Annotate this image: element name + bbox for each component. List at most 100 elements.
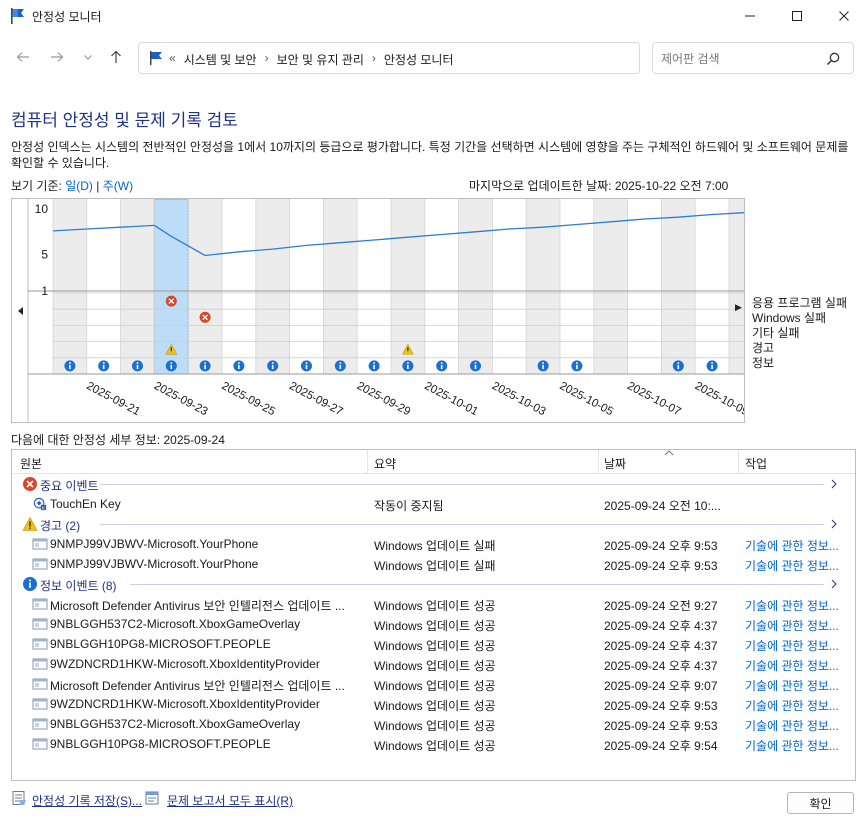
windows-update-icon: [32, 598, 48, 610]
column-divider[interactable]: [598, 450, 599, 474]
breadcrumb-overflow[interactable]: «: [169, 51, 176, 68]
technical-details-link[interactable]: 기술에 관한 정보...: [745, 697, 845, 714]
reliability-chart[interactable]: 10 5 1 2025-09-21 2025-09-23 2025-09-25 2025-0…: [11, 198, 745, 423]
breadcrumb-separator[interactable]: ›: [372, 51, 376, 68]
view-by-day-link[interactable]: 일(D): [65, 179, 93, 193]
chart-info-marker-stem: [407, 364, 409, 370]
reliability-chart-svg[interactable]: 10 5 1 2025-09-21 2025-09-23 2025-09-25 2025-0…: [12, 199, 744, 422]
table-row[interactable]: 9NMPJ99VJBWV-Microsoft.YourPhone Windows …: [12, 534, 855, 554]
row-source: 9NMPJ99VJBWV-Microsoft.YourPhone: [50, 557, 259, 571]
chart-day-column[interactable]: [526, 199, 560, 374]
table-group-label[interactable]: 중요 이벤트: [40, 477, 99, 494]
chart-x-tick-label: 2025-10-05: [557, 380, 615, 418]
page-description: 안정성 인덱스는 시스템의 전반적인 안정성을 1에서 10까지의 등급으로 평…: [11, 140, 849, 170]
view-all-problem-reports-link[interactable]: 문제 보고서 모두 표시(R): [167, 792, 293, 809]
close-button[interactable]: [821, 0, 867, 32]
chart-day-column[interactable]: [289, 199, 324, 374]
chart-day-column[interactable]: [53, 199, 87, 374]
row-date: 2025-09-24 오후 4:37: [604, 639, 718, 653]
search-box[interactable]: [652, 42, 854, 74]
chart-day-column[interactable]: [593, 199, 628, 374]
breadcrumb-item-security-maintenance[interactable]: 보안 및 유지 관리: [277, 51, 364, 68]
recent-locations-button[interactable]: [77, 46, 99, 68]
technical-details-link[interactable]: 기술에 관한 정보...: [745, 597, 845, 614]
ok-button[interactable]: 확인: [787, 792, 854, 814]
table-row[interactable]: 9NBLGGH537C2-Microsoft.XboxGameOverlay Wi…: [12, 614, 855, 634]
technical-details-link[interactable]: 기술에 관한 정보...: [745, 637, 845, 654]
chart-day-column[interactable]: [661, 199, 696, 374]
minimize-button[interactable]: [727, 0, 773, 32]
breadcrumb-item-system-security[interactable]: 시스템 및 보안: [184, 51, 257, 68]
problem-reports-icon: [145, 791, 159, 805]
search-icon[interactable]: [825, 51, 841, 67]
technical-details-link[interactable]: 기술에 관한 정보...: [745, 677, 845, 694]
row-summary: Windows 업데이트 실패: [374, 559, 496, 573]
table-row[interactable]: K TouchEn Key 작동이 중지됨 2025-09-24 오전 10:...: [12, 494, 855, 514]
table-group-error[interactable]: 중요 이벤트: [12, 474, 855, 494]
chart-day-column[interactable]: [458, 199, 493, 374]
table-row[interactable]: 9WZDNCRD1HKW-Microsoft.XboxIdentityProvi…: [12, 694, 855, 714]
chart-info-marker-dot: [576, 362, 578, 364]
chart-day-column[interactable]: [86, 199, 121, 374]
table-row[interactable]: 9NBLGGH10PG8-MICROSOFT.PEOPLE Windows 업데이…: [12, 734, 855, 754]
chart-scroll-right-icon[interactable]: ▶: [735, 302, 742, 313]
collapse-group-icon[interactable]: [830, 576, 838, 592]
chart-day-column[interactable]: [695, 199, 729, 374]
legend-information: 정보: [752, 356, 775, 370]
up-button[interactable]: [105, 46, 127, 68]
chart-day-column[interactable]: [357, 199, 391, 374]
breadcrumb-item-reliability-monitor[interactable]: 안정성 모니터: [384, 51, 454, 68]
table-row[interactable]: Microsoft Defender Antivirus 보안 인텔리전스 업데…: [12, 674, 855, 694]
chart-day-column[interactable]: [424, 199, 459, 374]
technical-details-link[interactable]: 기술에 관한 정보...: [745, 737, 845, 754]
technical-details-link[interactable]: 기술에 관한 정보...: [745, 557, 845, 574]
chart-info-marker-dot: [440, 362, 443, 364]
table-row[interactable]: 9NBLGGH10PG8-MICROSOFT.PEOPLE Windows 업데이…: [12, 634, 855, 654]
chart-info-marker-dot: [339, 362, 342, 364]
chart-day-column[interactable]: [188, 199, 222, 374]
column-header-action[interactable]: 작업: [745, 455, 767, 472]
search-input[interactable]: [661, 50, 821, 68]
back-button[interactable]: [12, 46, 34, 68]
address-bar[interactable]: « 시스템 및 보안 › 보안 및 유지 관리 › 안정성 모니터: [138, 42, 766, 74]
table-group-label[interactable]: 정보 이벤트 (8): [40, 577, 117, 594]
view-by-week-link[interactable]: 주(W): [103, 179, 133, 193]
table-row[interactable]: 9NBLGGH537C2-Microsoft.XboxGameOverlay Wi…: [12, 714, 855, 734]
table-group-label[interactable]: 경고 (2): [40, 517, 80, 534]
row-source: 9WZDNCRD1HKW-Microsoft.XboxIdentityProvi…: [50, 657, 320, 671]
row-summary: Windows 업데이트 성공: [374, 699, 496, 713]
column-divider[interactable]: [367, 450, 368, 474]
view-by-label: 보기 기준:: [11, 179, 62, 193]
chart-day-column[interactable]: [323, 199, 358, 374]
chart-x-tick-label: 2025-09-27: [287, 380, 345, 418]
chart-info-marker-stem: [373, 364, 375, 370]
collapse-group-icon[interactable]: [830, 476, 838, 492]
maximize-button[interactable]: [774, 0, 820, 32]
column-header-summary[interactable]: 요약: [374, 455, 396, 472]
chart-day-column[interactable]: [729, 199, 744, 374]
forward-button[interactable]: [46, 46, 68, 68]
window-title: 안정성 모니터: [32, 10, 102, 24]
chart-info-marker-stem: [238, 364, 240, 370]
technical-details-link[interactable]: 기술에 관한 정보...: [745, 717, 845, 734]
column-header-date[interactable]: 날짜: [604, 455, 626, 472]
chart-day-column[interactable]: [627, 199, 662, 374]
collapse-group-icon[interactable]: [830, 516, 838, 532]
table-row[interactable]: 9WZDNCRD1HKW-Microsoft.XboxIdentityProvi…: [12, 654, 855, 674]
technical-details-link[interactable]: 기술에 관한 정보...: [745, 657, 845, 674]
column-header-source[interactable]: 원본: [20, 455, 42, 472]
chart-day-column[interactable]: [255, 199, 290, 374]
technical-details-link[interactable]: 기술에 관한 정보...: [745, 617, 845, 634]
table-group-info[interactable]: 정보 이벤트 (8): [12, 574, 855, 594]
chart-day-column[interactable]: [492, 199, 527, 374]
table-row[interactable]: Microsoft Defender Antivirus 보안 인텔리전스 업데…: [12, 594, 855, 614]
chart-info-marker-dot: [271, 362, 274, 364]
windows-update-icon: [32, 638, 48, 650]
table-group-warning[interactable]: 경고 (2): [12, 514, 855, 534]
save-reliability-history-link[interactable]: 안정성 기록 저장(S)...: [32, 792, 142, 809]
column-divider[interactable]: [738, 450, 739, 474]
technical-details-link[interactable]: 기술에 관한 정보...: [745, 537, 845, 554]
breadcrumb-separator[interactable]: ›: [265, 51, 269, 68]
chart-day-column[interactable]: [222, 199, 256, 374]
table-row[interactable]: 9NMPJ99VJBWV-Microsoft.YourPhone Windows …: [12, 554, 855, 574]
